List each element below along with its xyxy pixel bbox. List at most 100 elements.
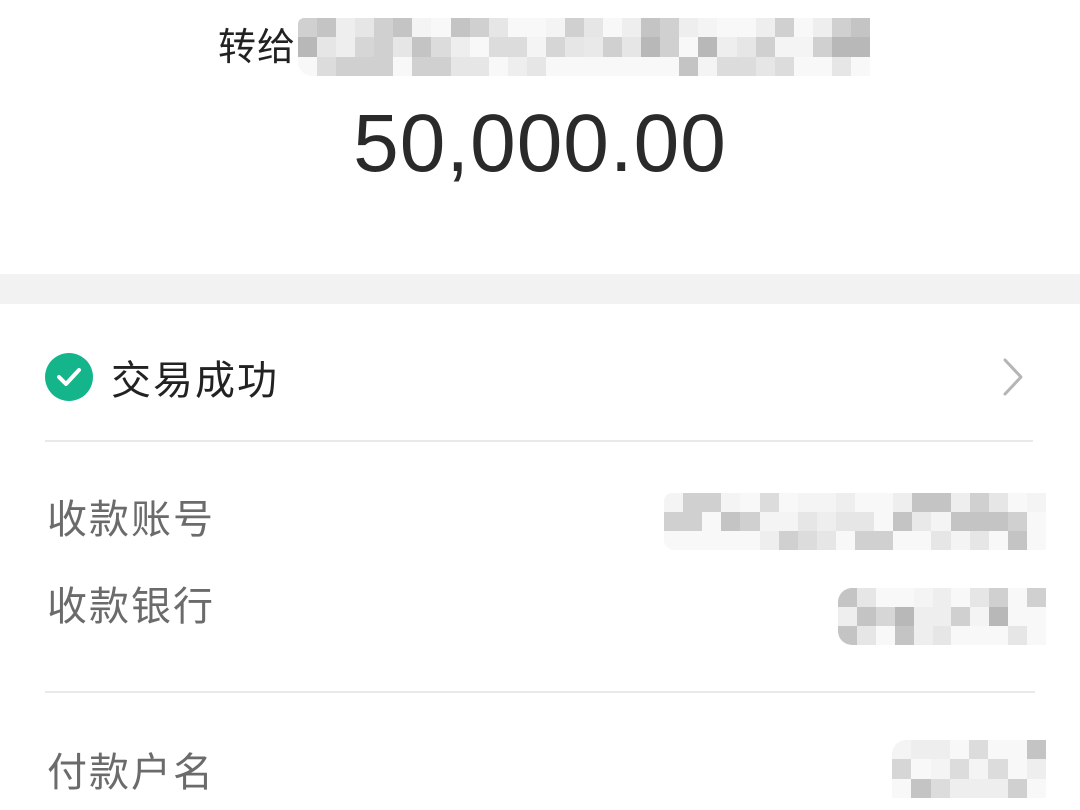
redaction-pixel	[856, 607, 876, 626]
receiving-account-value-redacted	[664, 493, 1046, 550]
redaction-pixel	[812, 18, 832, 38]
redaction-pixel	[564, 56, 585, 76]
redaction-pixel	[774, 56, 794, 76]
redaction-pixel	[949, 778, 969, 798]
redaction-pixel	[740, 531, 760, 550]
redaction-pixel	[488, 37, 508, 57]
transaction-status-label: 交易成功	[111, 358, 279, 404]
redaction-pixel	[584, 56, 604, 76]
redaction-pixel	[932, 626, 952, 645]
redaction-pixel	[698, 37, 718, 57]
redaction-pixel	[951, 626, 971, 645]
redaction-pixel	[969, 778, 989, 798]
redaction-pixel	[717, 56, 737, 76]
redaction-pixel	[317, 56, 337, 76]
redaction-pixel	[893, 512, 913, 531]
redaction-pixel	[603, 37, 623, 57]
redaction-pixel	[1007, 778, 1027, 798]
redaction-pixel	[892, 759, 912, 779]
redaction-pixel	[793, 18, 813, 38]
redaction-pixel	[1026, 531, 1046, 550]
redaction-pixel	[393, 37, 413, 57]
redaction-pixel	[969, 493, 989, 512]
redaction-pixel	[393, 56, 413, 76]
redaction-pixel	[450, 18, 470, 38]
redaction-pixel	[545, 56, 565, 76]
redaction-pixel	[641, 37, 661, 57]
redaction-pixel	[970, 626, 990, 645]
redaction-pixel	[736, 18, 756, 38]
redaction-pixel	[717, 37, 737, 57]
redaction-pixel	[988, 512, 1008, 531]
divider	[45, 440, 1033, 442]
redaction-pixel	[812, 37, 832, 57]
redaction-pixel	[469, 37, 489, 57]
redaction-pixel	[950, 493, 970, 512]
redaction-pixel	[526, 56, 546, 76]
redaction-pixel	[835, 531, 855, 550]
redaction-pixel	[679, 37, 699, 57]
redaction-pixel	[622, 56, 642, 76]
redaction-pixel	[951, 588, 971, 607]
redaction-pixel	[949, 759, 969, 779]
redaction-pixel	[545, 18, 565, 38]
redaction-pixel	[911, 740, 931, 760]
redaction-pixel	[835, 493, 855, 512]
redaction-pixel	[431, 56, 451, 76]
redaction-pixel	[450, 56, 470, 76]
redaction-pixel	[912, 512, 932, 531]
check-circle-icon	[45, 353, 93, 401]
redaction-pixel	[913, 588, 933, 607]
transfer-amount: 50,000.00	[353, 98, 727, 189]
redaction-pixel	[894, 588, 914, 607]
chevron-right-icon	[999, 356, 1027, 398]
redaction-pixel	[988, 740, 1008, 760]
transfer-detail-page: 转给 50,000.00 交易成功 收款账号 收款银行 付款户名	[0, 0, 1080, 810]
redaction-pixel	[812, 56, 832, 76]
redaction-pixel	[507, 37, 527, 57]
receiving-bank-value-redacted	[838, 588, 1046, 645]
redaction-pixel	[911, 759, 931, 779]
redaction-pixel	[874, 493, 894, 512]
redaction-pixel	[1026, 512, 1046, 531]
redaction-pixel	[622, 18, 642, 38]
redaction-pixel	[755, 37, 775, 57]
redaction-pixel	[932, 588, 952, 607]
redaction-pixel	[850, 56, 871, 76]
redaction-pixel	[1027, 607, 1046, 626]
redaction-pixel	[835, 512, 855, 531]
redaction-pixel	[717, 18, 737, 38]
redaction-pixel	[664, 531, 684, 550]
redaction-pixel	[664, 493, 684, 512]
redaction-pixel	[912, 493, 932, 512]
redaction-pixel	[1026, 493, 1046, 512]
redaction-pixel	[911, 778, 931, 798]
receiving-bank-label: 收款银行	[47, 584, 215, 630]
redaction-pixel	[431, 37, 451, 57]
redaction-pixel	[989, 607, 1009, 626]
redaction-pixel	[875, 588, 895, 607]
redaction-pixel	[526, 18, 546, 38]
redaction-pixel	[1007, 759, 1027, 779]
redaction-pixel	[969, 759, 989, 779]
redaction-pixel	[893, 531, 913, 550]
redaction-pixel	[855, 493, 875, 512]
payer-name-value-redacted	[892, 740, 1046, 798]
redaction-pixel	[317, 18, 337, 38]
redaction-pixel	[838, 626, 857, 645]
redaction-pixel	[721, 531, 741, 550]
redaction-pixel	[698, 56, 718, 76]
redaction-pixel	[930, 778, 950, 798]
redaction-pixel	[759, 512, 779, 531]
transaction-status-row[interactable]: 交易成功	[45, 338, 1035, 416]
redaction-pixel	[989, 626, 1009, 645]
redaction-pixel	[969, 740, 989, 760]
redaction-pixel	[1008, 626, 1028, 645]
redaction-pixel	[740, 493, 760, 512]
redaction-pixel	[336, 37, 356, 57]
redaction-pixel	[1026, 740, 1046, 760]
redaction-pixel	[1026, 759, 1046, 779]
redaction-pixel	[584, 18, 604, 38]
redaction-pixel	[660, 56, 680, 76]
redaction-pixel	[507, 56, 527, 76]
